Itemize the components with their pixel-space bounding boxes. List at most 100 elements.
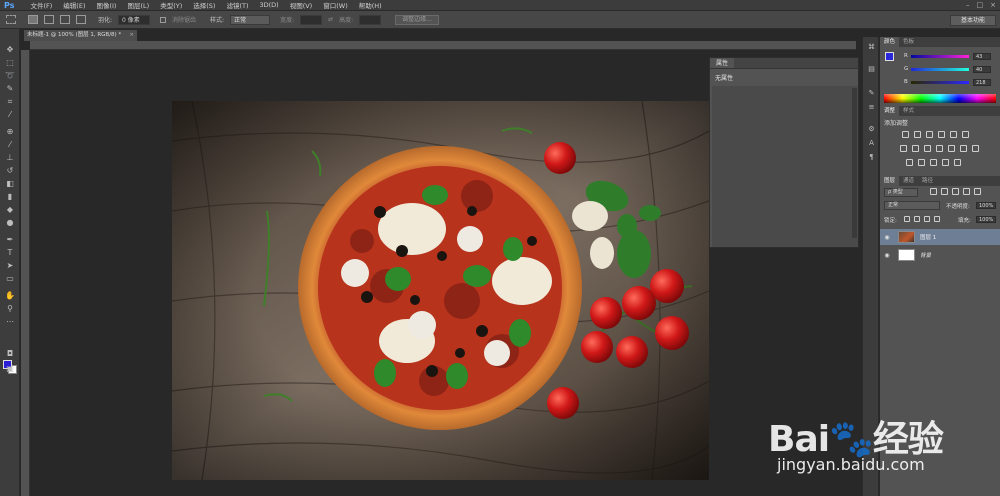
tab-adjustments[interactable]: 调整 (880, 106, 900, 116)
hand-tool-icon[interactable]: ✋ (4, 291, 16, 301)
more-tools-icon[interactable]: ⋯ (4, 317, 16, 327)
opacity-input[interactable]: 100% (976, 202, 996, 209)
pen-tool-icon[interactable]: ✒ (4, 235, 16, 245)
menu-image[interactable]: 图像(I) (96, 0, 116, 10)
dodge-tool-icon[interactable]: ● (4, 218, 16, 228)
add-selection-icon[interactable] (44, 15, 54, 24)
menu-select[interactable]: 选择(S) (193, 0, 215, 10)
move-tool-icon[interactable]: ✥ (4, 45, 16, 55)
lock-transparency-icon[interactable] (904, 216, 910, 222)
grid-icon[interactable] (972, 145, 979, 152)
menu-file[interactable]: 文件(F) (30, 0, 52, 10)
zoom-tool-icon[interactable]: ⚲ (4, 304, 16, 314)
blur-tool-icon[interactable]: ◆ (4, 205, 16, 215)
horizontal-ruler[interactable] (30, 41, 856, 50)
menu-edit[interactable]: 编辑(E) (63, 0, 85, 10)
quick-mask-icon[interactable]: ◘ (4, 349, 16, 359)
path-select-tool-icon[interactable]: ➤ (4, 261, 16, 271)
document-tab[interactable]: 未标题-1 @ 100% (图层 1, RGB/8) * × (24, 30, 137, 41)
history-icon[interactable]: ⌘ (866, 43, 877, 52)
shape-tool-icon[interactable]: ▭ (4, 274, 16, 284)
close-document-icon[interactable]: × (129, 30, 134, 41)
gradient-tool-icon[interactable]: ▮ (4, 192, 16, 202)
crop-tool-icon[interactable]: ⌗ (4, 97, 16, 107)
info-icon[interactable]: ▤ (866, 65, 877, 74)
lock-all-icon[interactable] (934, 216, 940, 222)
antialias-checkbox[interactable] (160, 16, 167, 23)
exposure-icon[interactable] (938, 131, 945, 138)
levels-icon[interactable] (914, 131, 921, 138)
minimize-button[interactable]: – (966, 1, 970, 9)
visibility-eye-icon[interactable]: ◉ (883, 252, 891, 259)
intersect-selection-icon[interactable] (76, 15, 86, 24)
color-lookup-icon[interactable] (960, 145, 967, 152)
vertical-ruler[interactable] (21, 50, 30, 496)
layer-filter-select[interactable]: ρ 类型 (884, 188, 918, 197)
marquee-tool-icon[interactable] (6, 15, 16, 24)
maximize-button[interactable]: □ (977, 1, 984, 9)
color-balance-icon[interactable] (912, 145, 919, 152)
refine-edge-button[interactable]: 调整边缘... (395, 14, 439, 25)
lock-pixels-icon[interactable] (914, 216, 920, 222)
tab-channels[interactable]: 通道 (899, 176, 918, 186)
swap-icon[interactable]: ⇄ (328, 16, 333, 23)
lasso-tool-icon[interactable]: ➰ (4, 71, 16, 81)
tab-swatches[interactable]: 色板 (899, 37, 918, 47)
height-input[interactable] (359, 14, 382, 25)
width-input[interactable] (300, 14, 323, 25)
color-fg-swatch[interactable] (885, 52, 894, 61)
brush-preset-icon[interactable]: ✎ (866, 89, 877, 98)
tab-paths[interactable]: 路径 (918, 176, 937, 186)
properties-scrollbar[interactable] (852, 88, 857, 238)
blend-mode-select[interactable]: 正常 (884, 201, 940, 210)
gradient-map-icon[interactable] (962, 131, 969, 138)
brush-tool-icon[interactable]: ⁄ (4, 140, 16, 150)
menu-window[interactable]: 窗口(W) (323, 0, 348, 10)
pilcrow-icon[interactable]: ¶ (866, 153, 877, 162)
brightness-icon[interactable] (902, 131, 909, 138)
rect-marquee-tool-icon[interactable]: ⬚ (4, 58, 16, 68)
visibility-eye-icon[interactable]: ◉ (883, 234, 891, 241)
tab-properties[interactable]: 属性 (710, 58, 735, 68)
posterize-icon[interactable] (918, 159, 925, 166)
black-white-icon[interactable] (924, 145, 931, 152)
eyedropper-tool-icon[interactable]: ⁄ (4, 110, 16, 120)
smart-filter-icon[interactable] (974, 188, 981, 195)
layer-row-background[interactable]: ◉ 背景 (880, 247, 1000, 263)
history-brush-tool-icon[interactable]: ↺ (4, 166, 16, 176)
gradient-fill-icon[interactable] (954, 159, 961, 166)
menu-help[interactable]: 帮助(H) (359, 0, 382, 10)
menu-type[interactable]: 类型(Y) (160, 0, 182, 10)
adjust-filter-icon[interactable] (941, 188, 948, 195)
threshold-icon[interactable] (930, 159, 937, 166)
pizza-image-canvas[interactable] (172, 101, 709, 480)
channel-mixer-icon[interactable] (948, 145, 955, 152)
menu-3d[interactable]: 3D(D) (259, 1, 278, 9)
vibrance-icon[interactable] (950, 131, 957, 138)
new-selection-icon[interactable] (28, 15, 38, 24)
fill-input[interactable]: 100% (976, 216, 996, 223)
menu-view[interactable]: 视图(V) (290, 0, 313, 10)
subtract-selection-icon[interactable] (60, 15, 70, 24)
tab-layers[interactable]: 图层 (880, 176, 900, 186)
layer-row-layer1[interactable]: ◉ 图层 1 (880, 229, 1000, 245)
menu-filter[interactable]: 滤镜(T) (226, 0, 248, 10)
hue-saturation-icon[interactable] (900, 145, 907, 152)
stamp-tool-icon[interactable]: ⊥ (4, 153, 16, 163)
paragraph-icon[interactable]: ≡ (866, 103, 877, 112)
tab-color[interactable]: 颜色 (880, 37, 900, 47)
feather-input[interactable]: 0 像素 (118, 14, 151, 25)
selective-color-icon[interactable] (942, 159, 949, 166)
menu-layer[interactable]: 图层(L) (127, 0, 149, 10)
lock-position-icon[interactable] (924, 216, 930, 222)
healing-tool-icon[interactable]: ⊕ (4, 127, 16, 137)
curves-icon[interactable] (926, 131, 933, 138)
tab-styles[interactable]: 样式 (899, 106, 918, 116)
eraser-tool-icon[interactable]: ◧ (4, 179, 16, 189)
workspace-select[interactable]: 基本功能 (950, 15, 996, 26)
pixel-filter-icon[interactable] (930, 188, 937, 195)
adjust-icon[interactable]: ⚙ (866, 125, 877, 134)
screen-mode-icon[interactable]: ▣ (4, 364, 16, 374)
style-select[interactable]: 正常 (230, 14, 271, 25)
close-button[interactable]: × (990, 1, 996, 9)
